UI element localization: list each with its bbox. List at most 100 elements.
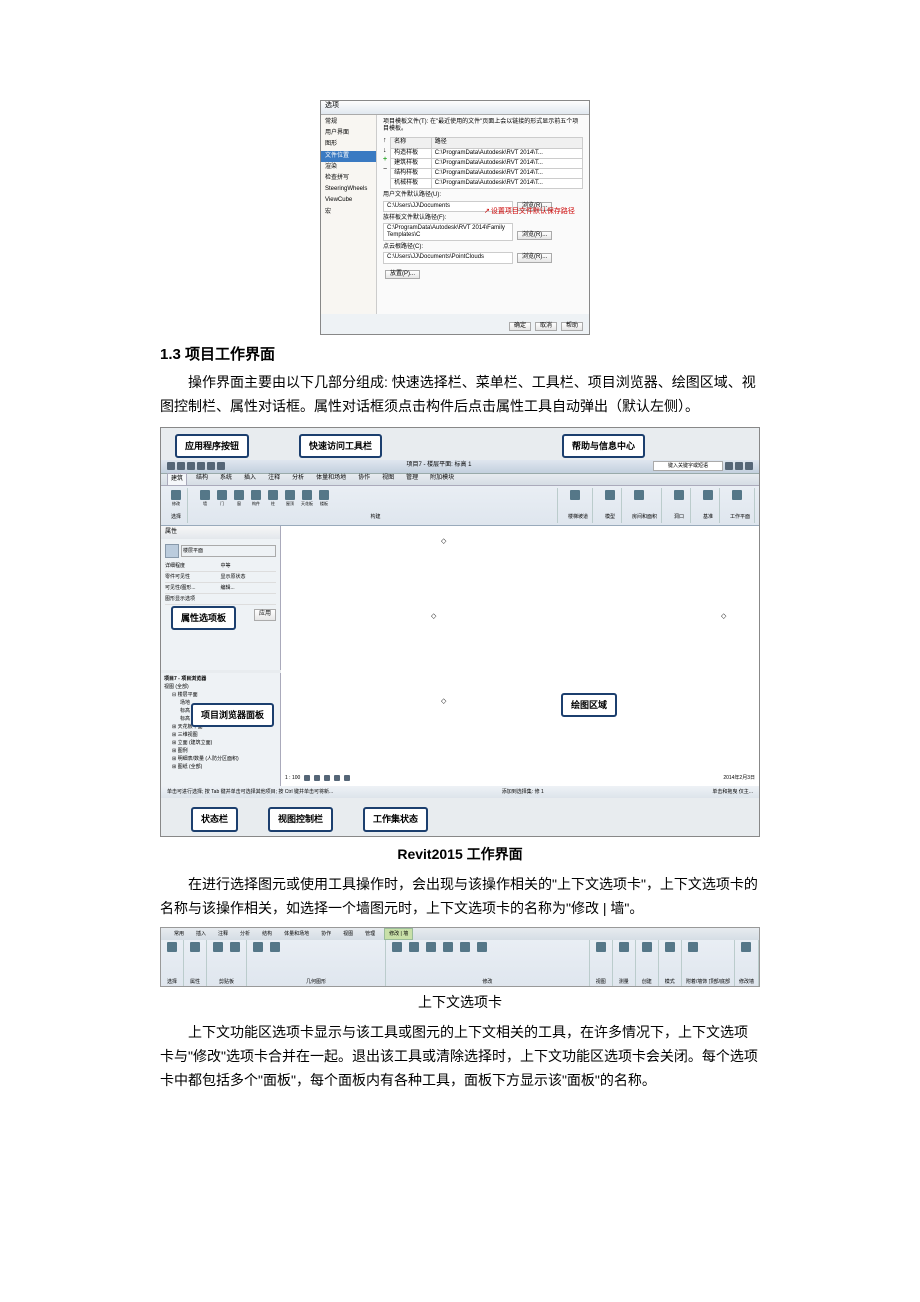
sidebar-item-active[interactable]: 文件位置	[321, 151, 376, 162]
tab-annotate[interactable]: 注释	[265, 473, 283, 485]
elevation-marker-icon[interactable]: ◇	[441, 536, 446, 547]
browser-item[interactable]: ⊞ 三维视图	[164, 731, 277, 739]
tab-insert[interactable]: 插入	[193, 929, 209, 939]
tab-collaborate[interactable]: 协作	[355, 473, 373, 485]
app-menu-icon[interactable]	[167, 462, 175, 470]
tab-addins[interactable]: 附加模块	[427, 473, 457, 485]
sidebar-item[interactable]: 用户界面	[321, 128, 376, 139]
search-input[interactable]: 键入关键字或短语	[653, 461, 723, 471]
tab-manage[interactable]: 管理	[403, 473, 421, 485]
move-down-icon[interactable]: ↓	[383, 147, 387, 155]
array-icon[interactable]	[477, 942, 487, 952]
elevation-marker-icon[interactable]: ◇	[721, 611, 726, 622]
stair-icon[interactable]	[570, 490, 580, 500]
tab-massing[interactable]: 体量和场地	[313, 473, 349, 485]
room-icon[interactable]	[634, 490, 644, 500]
tab-common[interactable]: 常用	[171, 929, 187, 939]
modify-icon[interactable]	[171, 490, 181, 500]
sidebar-item[interactable]: SteeringWheels	[321, 184, 376, 195]
door-icon[interactable]	[217, 490, 227, 500]
places-button[interactable]: 放置(P)...	[385, 270, 420, 279]
tab-structure[interactable]: 结构	[259, 929, 275, 939]
column-icon[interactable]	[268, 490, 278, 500]
tab-view[interactable]: 视图	[340, 929, 356, 939]
save-icon[interactable]	[187, 462, 195, 470]
tab-modify-wall[interactable]: 修改 | 墙	[384, 928, 413, 940]
detail-level-icon[interactable]	[304, 775, 310, 781]
component-icon[interactable]	[251, 490, 261, 500]
edit-profile-icon[interactable]	[665, 942, 675, 952]
measure-icon[interactable]	[619, 942, 629, 952]
search-icon[interactable]	[725, 462, 733, 470]
opening-icon[interactable]	[674, 490, 684, 500]
sidebar-item[interactable]: ViewCube	[321, 195, 376, 206]
browse-button[interactable]: 浏览(R)...	[517, 231, 552, 240]
pc-path-field[interactable]: C:\Users\JJ\Documents\PointClouds	[383, 252, 513, 263]
move-icon[interactable]	[392, 942, 402, 952]
sidebar-item[interactable]: 检查拼写	[321, 173, 376, 184]
view-scale[interactable]: 1 : 100	[285, 774, 300, 782]
sidebar-item[interactable]: 图形	[321, 139, 376, 150]
mirror-icon[interactable]	[443, 942, 453, 952]
browser-item[interactable]: ⊞ 图纸 (全部)	[164, 763, 277, 771]
sidebar-item[interactable]: 常规	[321, 117, 376, 128]
favorites-icon[interactable]	[735, 462, 743, 470]
join-icon[interactable]	[270, 942, 280, 952]
tab-massing[interactable]: 体量和场地	[281, 929, 312, 939]
wall-icon[interactable]	[200, 490, 210, 500]
tab-collaborate[interactable]: 协作	[318, 929, 334, 939]
paste-icon[interactable]	[213, 942, 223, 952]
open-icon[interactable]	[177, 462, 185, 470]
tab-analyze[interactable]: 分析	[237, 929, 253, 939]
roof-icon[interactable]	[285, 490, 295, 500]
add-icon[interactable]: +	[383, 156, 387, 164]
cut-icon[interactable]	[230, 942, 240, 952]
level-icon[interactable]	[703, 490, 713, 500]
browse-button[interactable]: 浏览(R)...	[517, 253, 552, 262]
tab-analyze[interactable]: 分析	[289, 473, 307, 485]
browser-item[interactable]: ⊟ 楼层平面	[164, 691, 277, 699]
signin-icon[interactable]	[745, 462, 753, 470]
tab-view[interactable]: 视图	[379, 473, 397, 485]
elevation-marker-icon[interactable]: ◇	[441, 696, 446, 707]
tab-manage[interactable]: 管理	[362, 929, 378, 939]
window-icon[interactable]	[234, 490, 244, 500]
sun-path-icon[interactable]	[324, 775, 330, 781]
elevation-marker-icon[interactable]: ◇	[431, 611, 436, 622]
trim-icon[interactable]	[460, 942, 470, 952]
browser-item[interactable]: 视图 (全部)	[164, 683, 277, 691]
ok-button[interactable]: 确定	[509, 322, 531, 331]
crop-icon[interactable]	[344, 775, 350, 781]
sidebar-item[interactable]: 宏	[321, 207, 376, 218]
tab-structure[interactable]: 结构	[193, 473, 211, 485]
copy-icon[interactable]	[409, 942, 419, 952]
tab-annotate[interactable]: 注释	[215, 929, 231, 939]
modify-icon[interactable]	[167, 942, 177, 952]
floor-icon[interactable]	[319, 490, 329, 500]
tab-systems[interactable]: 系统	[217, 473, 235, 485]
browser-item[interactable]: ⊞ 图例	[164, 747, 277, 755]
apply-button[interactable]: 应用	[254, 609, 276, 621]
remove-icon[interactable]: −	[383, 166, 387, 174]
tab-insert[interactable]: 插入	[241, 473, 259, 485]
shadows-icon[interactable]	[334, 775, 340, 781]
properties-icon[interactable]	[190, 942, 200, 952]
model-text-icon[interactable]	[605, 490, 615, 500]
browser-item[interactable]: ⊞ 明细表/数量 (人防分区面积)	[164, 755, 277, 763]
cancel-button[interactable]: 取消	[535, 322, 557, 331]
browser-item[interactable]: ⊞ 立面 (建筑立面)	[164, 739, 277, 747]
undo-icon[interactable]	[197, 462, 205, 470]
create-icon[interactable]	[642, 942, 652, 952]
wall-opening-icon[interactable]	[741, 942, 751, 952]
workplane-icon[interactable]	[732, 490, 742, 500]
rotate-icon[interactable]	[426, 942, 436, 952]
move-up-icon[interactable]: ↑	[383, 137, 387, 145]
cope-icon[interactable]	[253, 942, 263, 952]
drawing-canvas[interactable]: ◇ ◇ ◇ ◇ 2014年2月3日 1 : 100	[281, 526, 759, 786]
visual-style-icon[interactable]	[314, 775, 320, 781]
redo-icon[interactable]	[207, 462, 215, 470]
fam-path-field[interactable]: C:\ProgramData\Autodesk\RVT 2014\Family …	[383, 223, 513, 241]
help-button[interactable]: 帮助	[561, 322, 583, 331]
print-icon[interactable]	[217, 462, 225, 470]
ceiling-icon[interactable]	[302, 490, 312, 500]
